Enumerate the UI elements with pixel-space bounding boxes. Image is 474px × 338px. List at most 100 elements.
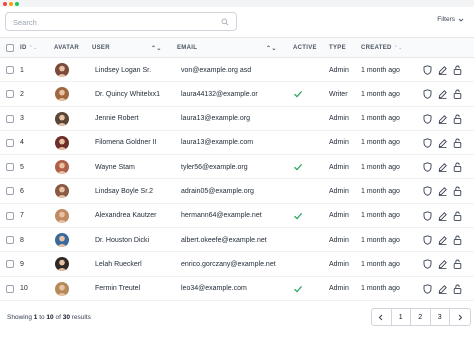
edit-pencil-icon[interactable]	[438, 65, 447, 75]
row-checkbox[interactable]	[6, 66, 14, 74]
lock-icon[interactable]	[453, 186, 462, 197]
row-type: Admin	[329, 139, 349, 147]
row-user-name[interactable]: Wayne Stam	[95, 164, 135, 171]
edit-pencil-icon[interactable]	[438, 89, 447, 100]
lock-icon[interactable]	[453, 259, 462, 270]
filters-dropdown[interactable]: Filters	[437, 16, 464, 23]
lock-icon[interactable]	[453, 138, 462, 148]
shield-icon[interactable]	[423, 89, 432, 100]
row-type: Admin	[329, 66, 349, 74]
lock-icon[interactable]	[453, 114, 462, 124]
lock-icon[interactable]	[453, 235, 462, 245]
previous-page-button[interactable]	[372, 309, 392, 325]
row-type: Admin	[329, 260, 349, 268]
results-word: results	[71, 314, 91, 321]
column-header-created[interactable]: CREATED ⌃⌄	[361, 45, 403, 51]
row-id: 7	[20, 212, 24, 220]
shield-icon[interactable]	[423, 186, 432, 197]
table-row[interactable]: 6 Lindsay Boyle Sr.2 adrain05@example.org A…	[0, 179, 474, 204]
row-user-name[interactable]: Jennie Robert	[95, 115, 139, 122]
row-checkbox[interactable]	[6, 90, 14, 99]
maximize-window-icon[interactable]	[15, 2, 19, 6]
shield-icon[interactable]	[423, 235, 432, 245]
results-total: 30	[62, 314, 70, 321]
table-row[interactable]: 7 Alexandrea Kautzer hermann64@example.net…	[0, 204, 474, 229]
lock-icon[interactable]	[453, 211, 462, 221]
edit-pencil-icon[interactable]	[438, 211, 447, 221]
row-id: 6	[20, 187, 24, 195]
table-row[interactable]: 8 Dr. Houston Dicki albert.okeefe@example.…	[0, 228, 474, 253]
column-header-user[interactable]: USER	[92, 45, 110, 51]
row-user-name[interactable]: Fermin Treutel	[95, 285, 140, 292]
column-header-email[interactable]: EMAIL	[177, 45, 197, 51]
row-created: 1 month ago	[361, 187, 400, 195]
edit-pencil-icon[interactable]	[438, 235, 447, 245]
shield-icon[interactable]	[423, 259, 432, 270]
row-checkbox[interactable]	[6, 236, 14, 245]
lock-icon[interactable]	[453, 89, 462, 100]
table-row[interactable]: 4 Filomena Goldner II laura13@example.com A…	[0, 131, 474, 156]
row-checkbox[interactable]	[6, 211, 14, 220]
shield-icon[interactable]	[423, 65, 432, 75]
row-checkbox[interactable]	[6, 284, 14, 293]
row-checkbox[interactable]	[6, 163, 14, 172]
lock-icon[interactable]	[453, 65, 462, 75]
table-footer: Showing 1 to 10 of 30 results 1 2 3	[0, 305, 474, 331]
lock-icon[interactable]	[453, 162, 462, 173]
edit-pencil-icon[interactable]	[438, 162, 447, 173]
row-user-name[interactable]: Lindsey Logan Sr.	[95, 67, 151, 74]
page-button-2[interactable]: 2	[411, 309, 431, 325]
row-created: 1 month ago	[361, 90, 400, 98]
search-box[interactable]	[5, 12, 237, 31]
sort-icon[interactable]: ⌃⌄	[29, 45, 38, 51]
next-page-button[interactable]	[450, 309, 470, 325]
edit-pencil-icon[interactable]	[438, 114, 447, 124]
column-header-id[interactable]: ID ⌃⌄	[20, 45, 38, 51]
page-button-3[interactable]: 3	[431, 309, 450, 325]
row-user-name[interactable]: Alexandrea Kautzer	[95, 212, 156, 219]
close-window-icon[interactable]	[3, 2, 7, 6]
lock-icon[interactable]	[453, 284, 462, 294]
row-user-name[interactable]: Dr. Quincy Whitelxx1	[95, 91, 160, 98]
row-user-name[interactable]: Dr. Houston Dicki	[95, 237, 149, 244]
shield-icon[interactable]	[423, 138, 432, 148]
table-row[interactable]: 10 Fermin Treutel leo34@example.com Admin 1 …	[0, 277, 474, 301]
row-checkbox[interactable]	[6, 114, 14, 123]
search-icon[interactable]	[221, 18, 229, 26]
row-checkbox[interactable]	[6, 138, 14, 147]
page-button-1[interactable]: 1	[392, 309, 411, 325]
minimize-window-icon[interactable]	[9, 2, 13, 6]
row-user-name[interactable]: Lindsay Boyle Sr.2	[95, 188, 153, 195]
row-id: 4	[20, 139, 24, 147]
row-user-name[interactable]: Lelah Rueckerl	[95, 261, 142, 268]
chevron-left-icon	[379, 314, 383, 320]
edit-pencil-icon[interactable]	[438, 186, 447, 197]
row-id: 3	[20, 115, 24, 123]
row-checkbox[interactable]	[6, 187, 14, 196]
edit-pencil-icon[interactable]	[438, 138, 447, 148]
shield-icon[interactable]	[423, 211, 432, 221]
avatar	[55, 233, 69, 248]
row-created: 1 month ago	[361, 115, 400, 123]
row-type: Admin	[329, 236, 349, 244]
row-checkbox[interactable]	[6, 260, 14, 269]
sort-email-icon[interactable]: ⌃⌄	[266, 45, 277, 52]
edit-pencil-icon[interactable]	[438, 259, 447, 270]
active-check-icon	[294, 285, 303, 293]
search-input[interactable]	[13, 15, 213, 29]
shield-icon[interactable]	[423, 162, 432, 172]
table-row[interactable]: 1 Lindsey Logan Sr. von@example.org asd Adm…	[0, 58, 474, 83]
table-row[interactable]: 3 Jennie Robert laura13@example.org Admin 1 …	[0, 107, 474, 131]
shield-icon[interactable]	[423, 113, 432, 124]
row-email: laura13@example.org	[181, 115, 250, 123]
edit-pencil-icon[interactable]	[438, 284, 447, 294]
table-row[interactable]: 5 Wayne Stam tyler56@example.org Admin 1 mon…	[0, 155, 474, 180]
table-row[interactable]: 2 Dr. Quincy Whitelxx1 laura44132@example.…	[0, 82, 474, 107]
row-user-name[interactable]: Filomena Goldner II	[95, 139, 156, 146]
sort-created-icon[interactable]: ⌃⌄	[394, 45, 403, 51]
select-all-checkbox[interactable]	[6, 44, 14, 52]
table-row[interactable]: 9 Lelah Rueckerl enrico.gorczany@example.n…	[0, 252, 474, 277]
sort-user-icon[interactable]: ⌃⌄	[151, 45, 162, 52]
row-type: Writer	[329, 90, 348, 98]
shield-icon[interactable]	[423, 283, 432, 294]
